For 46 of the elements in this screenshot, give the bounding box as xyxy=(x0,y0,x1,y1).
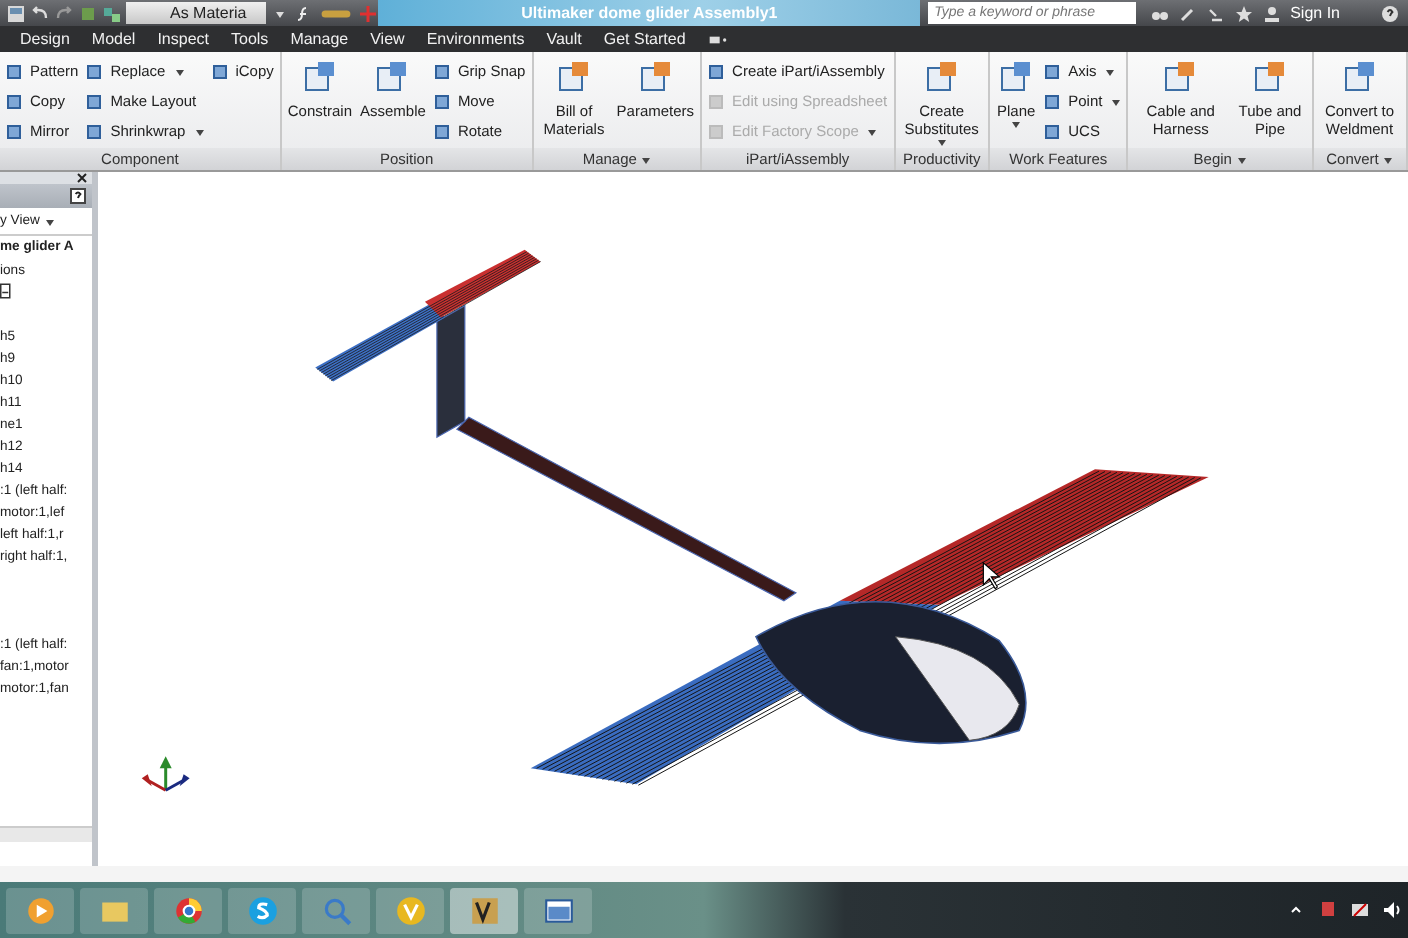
tool-icon xyxy=(433,91,454,111)
redo-icon[interactable] xyxy=(54,3,74,23)
ribbon-tab[interactable]: Inspect xyxy=(157,30,209,48)
ribbon-tab[interactable]: Tools xyxy=(231,30,269,48)
folder-taskbar-icon[interactable] xyxy=(80,887,148,933)
material-dropdown[interactable]: As Materia xyxy=(126,2,267,24)
tool-icon xyxy=(1044,121,1065,141)
tool-icon xyxy=(86,91,107,111)
sign-in-link[interactable]: Sign In xyxy=(1290,4,1340,22)
ribbon-tab[interactable]: Manage xyxy=(290,30,349,48)
tool-icon xyxy=(86,121,107,141)
cad-app-taskbar-icon[interactable] xyxy=(450,887,518,933)
mouse-cursor-icon xyxy=(982,561,1001,590)
help-icon[interactable] xyxy=(70,188,86,204)
star-icon[interactable] xyxy=(1234,3,1255,23)
axis-triad-icon xyxy=(141,756,190,792)
tool-icon xyxy=(708,91,729,111)
ribbon-tab[interactable]: Model xyxy=(91,30,136,48)
speaker-icon[interactable] xyxy=(1382,900,1402,920)
tool-icon xyxy=(433,121,454,141)
media-player-taskbar-icon[interactable] xyxy=(6,887,74,933)
tool-icon xyxy=(433,61,454,81)
help-icon[interactable] xyxy=(1380,3,1400,23)
app-icon[interactable] xyxy=(6,3,26,23)
window-title: Ultimaker dome glider Assembly1 xyxy=(521,4,778,22)
picture-viewer-taskbar-icon[interactable] xyxy=(524,887,592,933)
ribbon-tab[interactable]: Design xyxy=(20,30,70,48)
network-warning-icon[interactable] xyxy=(1350,900,1370,920)
crosshair-icon[interactable] xyxy=(358,3,379,23)
user-icon[interactable] xyxy=(1262,3,1283,23)
browser-taskbar-icon[interactable] xyxy=(154,887,222,933)
undo-icon[interactable] xyxy=(30,3,50,23)
tool-icon xyxy=(1044,61,1065,81)
tool-icon xyxy=(708,61,729,81)
ribbon-tab[interactable]: Get Started xyxy=(603,30,686,48)
tool-icon xyxy=(1044,91,1065,111)
caret-icon xyxy=(1012,122,1021,128)
tool-icon xyxy=(86,61,107,81)
horizontal-scrollbar[interactable] xyxy=(0,826,92,842)
tool-icon xyxy=(708,121,729,141)
ribbon-tab[interactable]: Environments xyxy=(426,30,525,48)
chat-taskbar-icon[interactable] xyxy=(228,887,296,933)
tool-icon xyxy=(211,61,232,81)
ribbon-tab[interactable]: Vault xyxy=(546,30,582,48)
ribbon-tab[interactable]: View xyxy=(370,30,405,48)
close-icon[interactable] xyxy=(76,172,88,184)
